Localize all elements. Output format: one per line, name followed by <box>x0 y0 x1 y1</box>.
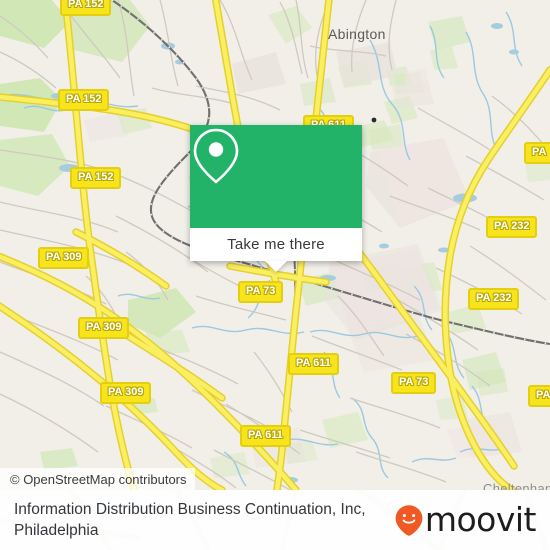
location-title: Information Distribution Business Contin… <box>14 501 366 539</box>
route-shield: PA 309 <box>38 247 90 269</box>
moovit-wordmark: moovit <box>424 499 537 539</box>
route-shield: PA 309 <box>100 382 152 404</box>
map-place-label: Cheltenham <box>483 481 550 490</box>
map-attribution[interactable]: © OpenStreetMap contributors <box>0 468 195 490</box>
moovit-pin-smiley-icon <box>394 504 424 537</box>
route-shield: PA 309 <box>78 317 130 339</box>
route-shield: PA 232 <box>486 216 538 238</box>
route-shield: PA 611 <box>288 353 339 375</box>
take-me-there-button[interactable]: Take me there <box>190 228 362 261</box>
moovit-logo[interactable]: moovit <box>394 499 537 539</box>
moovit-map-screen: Abington Cheltenham PA 152 PA 152 PA 152… <box>0 0 550 550</box>
card-pin-area <box>190 125 362 228</box>
take-me-there-card[interactable]: Take me there <box>190 125 362 272</box>
route-shield: PA 232 <box>468 288 520 310</box>
card-pointer-icon <box>265 261 287 272</box>
route-shield: PA 73 <box>391 372 437 394</box>
route-shield: PA 152 <box>70 167 122 189</box>
route-shield: PA 73 <box>238 281 284 303</box>
map-place-label: Abington <box>328 26 386 42</box>
route-shield: PA 152 <box>58 89 110 111</box>
map-canvas[interactable]: Abington Cheltenham PA 152 PA 152 PA 152… <box>0 0 550 490</box>
route-shield: PA <box>524 142 550 164</box>
page-footer: Information Distribution Business Contin… <box>0 490 550 550</box>
map-poi-dot <box>371 117 377 123</box>
route-shield: PA 152 <box>60 0 112 16</box>
route-shield: PA 611 <box>240 425 291 447</box>
route-shield: PA <box>528 385 550 407</box>
